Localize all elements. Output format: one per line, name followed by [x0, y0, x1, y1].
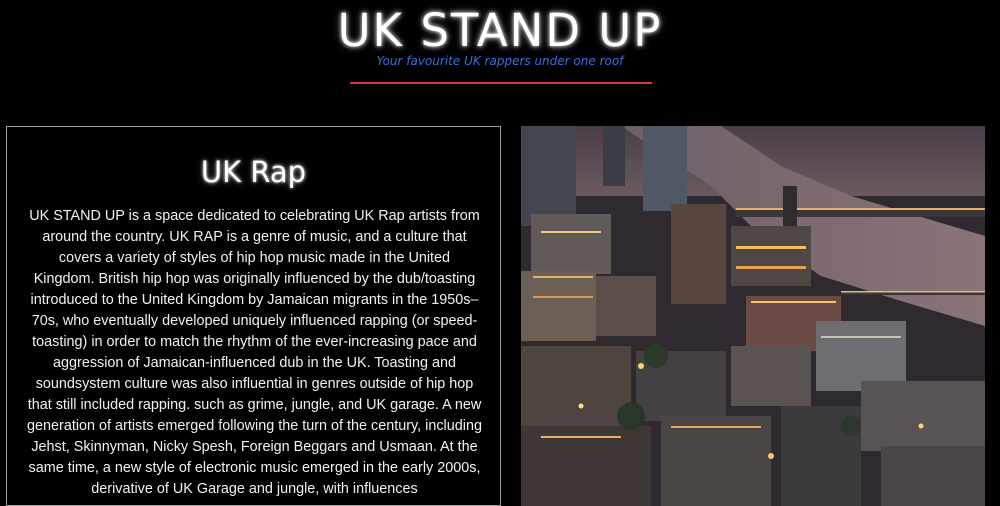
- site-header: UK STAND UP Your favourite UK rappers un…: [0, 0, 1000, 100]
- intro-heading: UK Rap: [200, 155, 307, 189]
- site-tagline: Your favourite UK rappers under one roof: [376, 54, 624, 68]
- header-divider: [350, 82, 652, 84]
- site-title: UK STAND UP: [337, 4, 663, 57]
- intro-text: UK STAND UP is a space dedicated to cele…: [27, 208, 482, 497]
- intro-panel: UK Rap UK STAND UP is a space dedicated …: [6, 126, 501, 506]
- london-skyline-image: [521, 126, 985, 506]
